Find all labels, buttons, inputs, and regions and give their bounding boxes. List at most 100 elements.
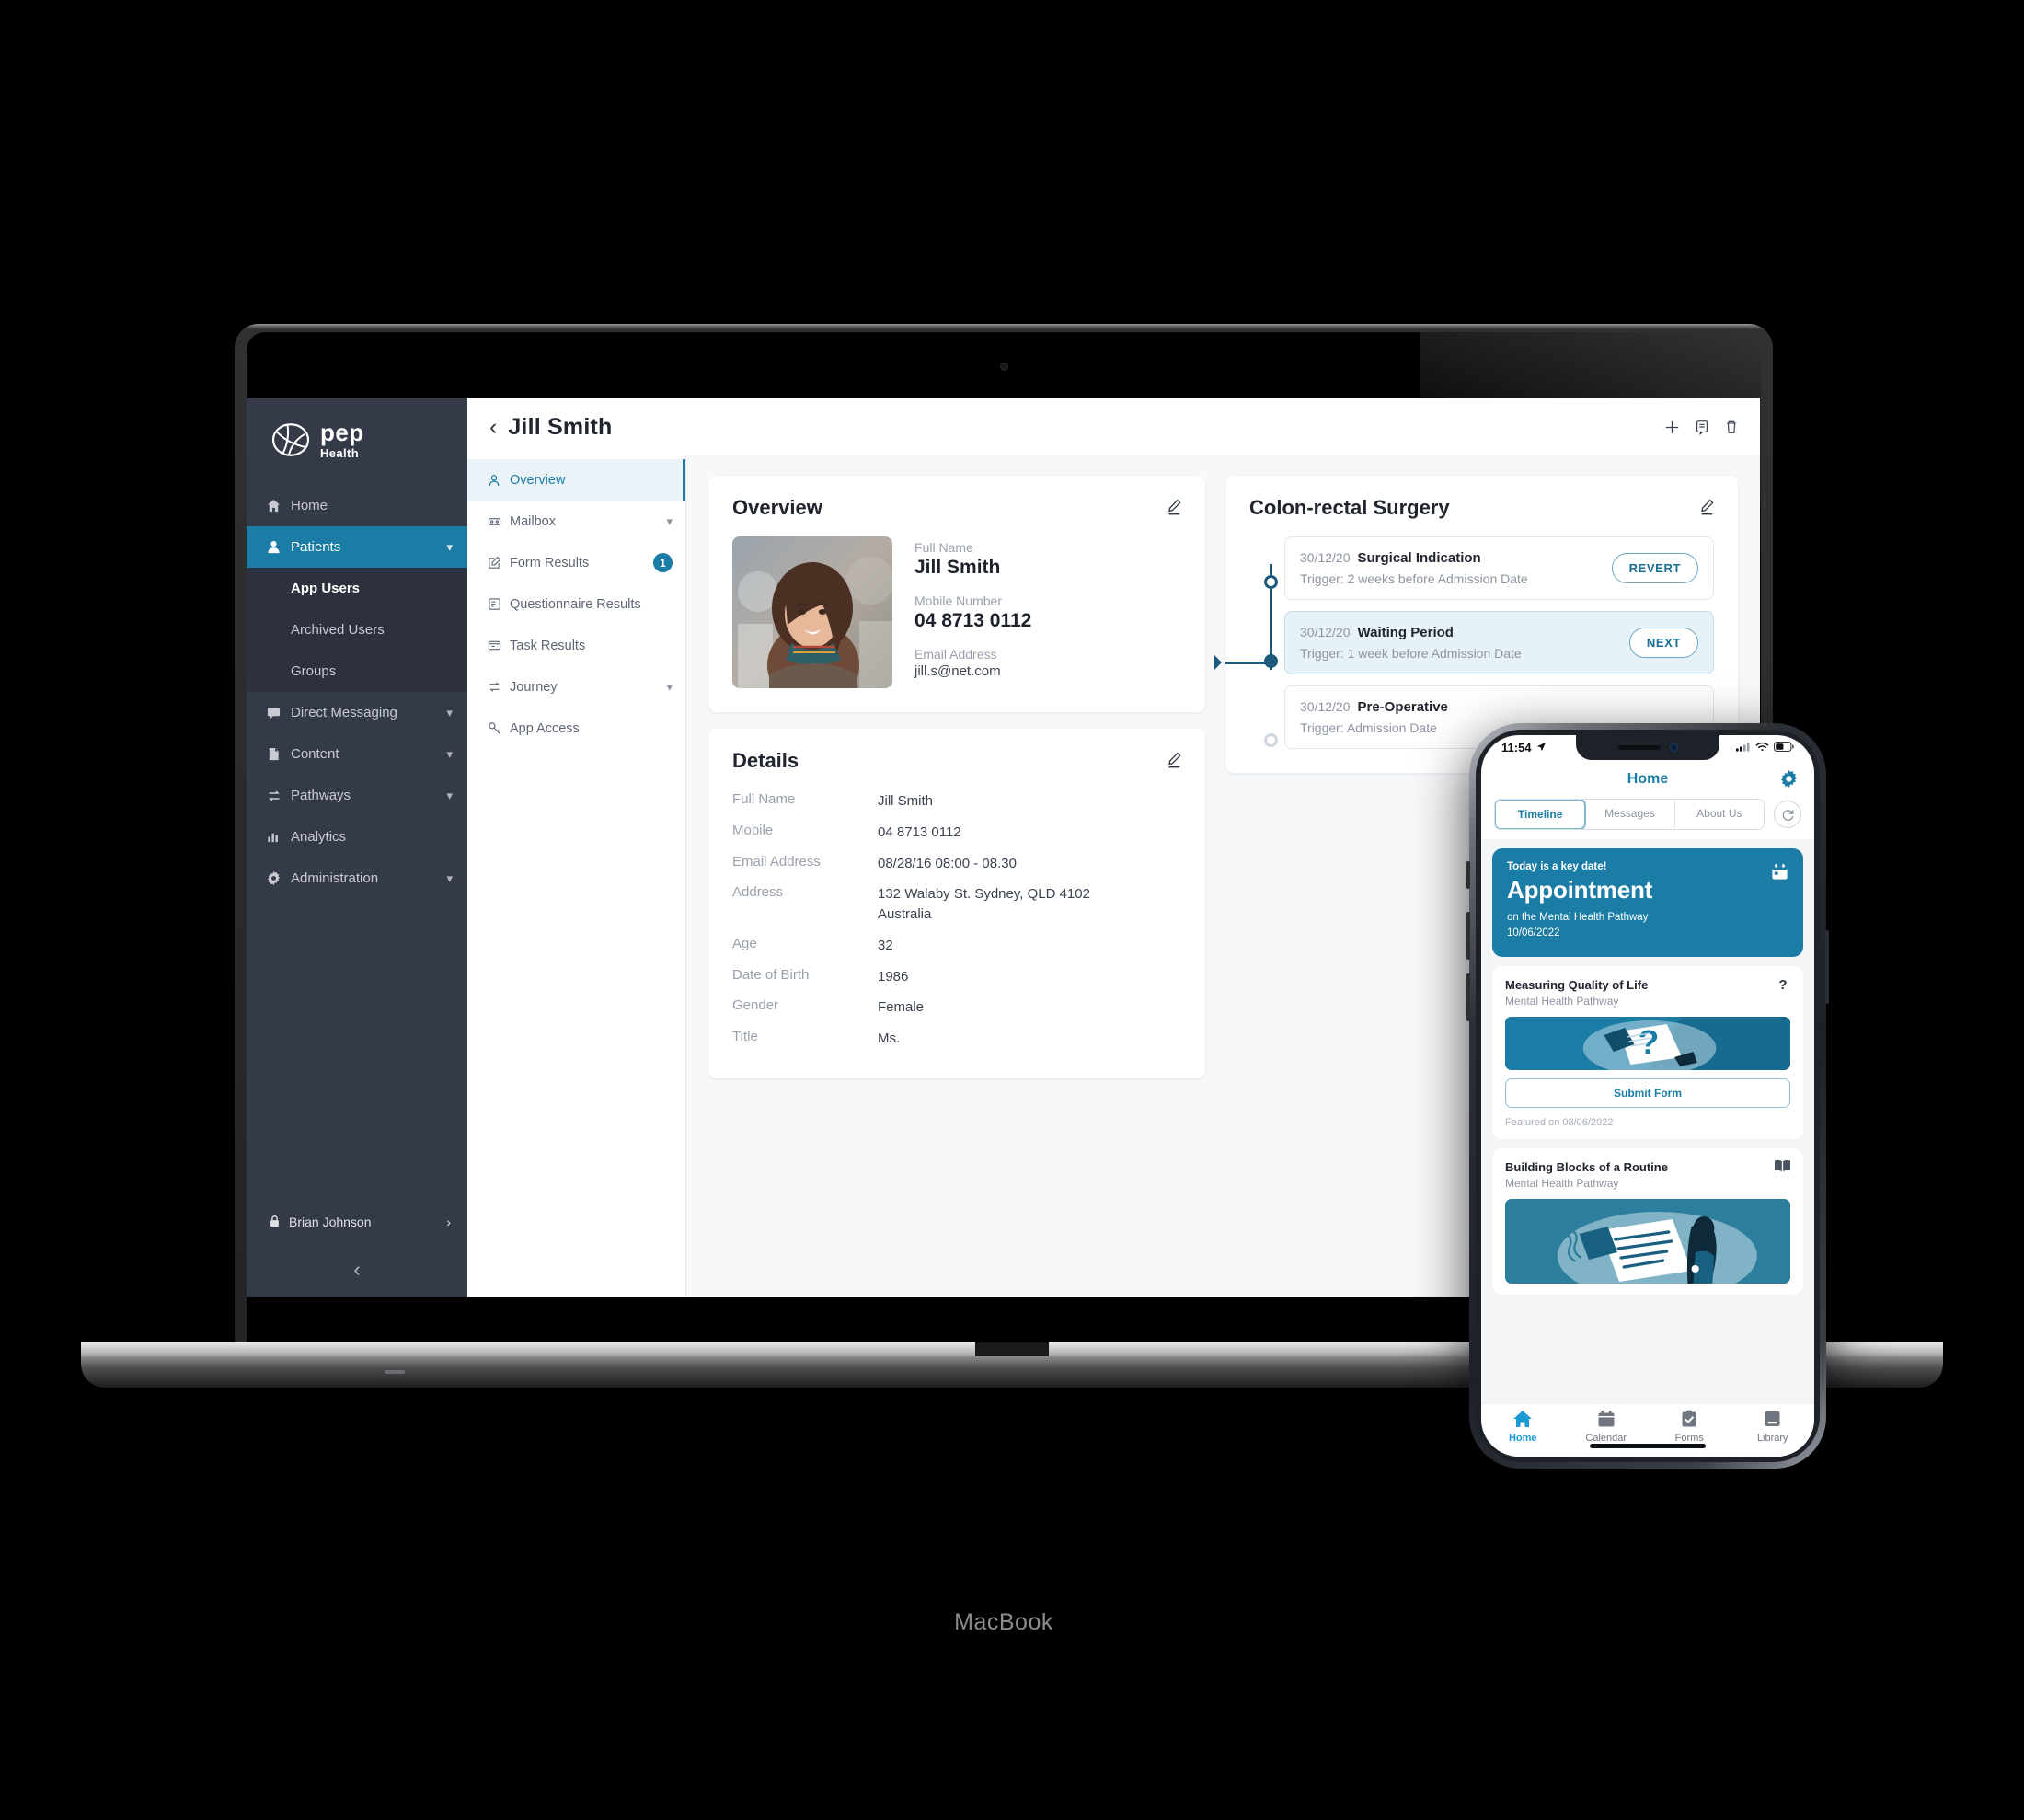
svg-text:?: ? <box>1778 977 1787 992</box>
sidebar-item-content[interactable]: Content ▾ <box>247 733 467 775</box>
brand-name: pep <box>320 419 364 446</box>
sidebar-item-analytics[interactable]: Analytics <box>247 816 467 858</box>
detail-value: Ms. <box>878 1031 901 1046</box>
subnav-item-label: Form Results <box>510 555 590 570</box>
tab-label: Forms <box>1674 1433 1704 1444</box>
phone-power-button[interactable] <box>1825 930 1829 1004</box>
gear-icon[interactable] <box>1780 770 1798 792</box>
sidebar-item-direct-messaging[interactable]: Direct Messaging ▾ <box>247 692 467 733</box>
sidebar-user-account[interactable]: Brian Johnson › <box>247 1202 467 1242</box>
sidebar-item-patients[interactable]: Patients ▾ <box>247 526 467 568</box>
details-card: Details Full Name Jill Smith Mobile 04 871… <box>708 729 1205 1078</box>
subnav-item-journey[interactable]: Journey ▾ <box>467 666 685 708</box>
sidebar-item-label: Administration <box>291 870 379 886</box>
tab-library[interactable]: Library <box>1731 1410 1815 1444</box>
sidebar-item-pathways[interactable]: Pathways ▾ <box>247 775 467 816</box>
tab-timeline[interactable]: Timeline <box>1495 800 1587 829</box>
edit-pencil-icon[interactable] <box>1165 498 1183 521</box>
tab-forms[interactable]: Forms <box>1648 1410 1731 1444</box>
brand-subtitle: Health <box>320 446 360 460</box>
delete-icon[interactable] <box>1723 419 1740 435</box>
field-value-full-name: Jill Smith <box>914 557 1001 578</box>
phone-volume-down-button[interactable] <box>1466 973 1470 1021</box>
main-sidebar: pep Health Home Patients ▾ App Users Arc… <box>247 398 467 1297</box>
phone-title: Home <box>1627 771 1669 787</box>
subnav-item-task-results[interactable]: Task Results <box>467 625 685 666</box>
refresh-icon[interactable] <box>1774 801 1801 828</box>
back-button[interactable]: ‹ <box>489 415 497 439</box>
tab-label: Library <box>1756 1433 1788 1444</box>
sidebar-nav: Home Patients ▾ App Users Archived Users… <box>247 485 467 899</box>
sidebar-item-home[interactable]: Home <box>247 485 467 526</box>
sidebar-subnav-patients: App Users Archived Users Groups <box>247 568 467 692</box>
phone-mute-button[interactable] <box>1466 861 1470 889</box>
sidebar-user-name: Brian Johnson <box>289 1215 372 1229</box>
chevron-down-icon: ▾ <box>666 679 673 694</box>
pathway-step[interactable]: 30/12/20 Waiting Period Trigger: 1 week b… <box>1284 611 1714 674</box>
details-list: Full Name Jill Smith Mobile 04 8713 0112 E… <box>732 786 1181 1054</box>
sidebar-subitem-label: Archived Users <box>291 622 385 638</box>
sidebar-item-administration[interactable]: Administration ▾ <box>247 858 467 899</box>
sidebar-item-label: Patients <box>291 539 341 555</box>
calendar-icon <box>1771 863 1788 885</box>
hero-title: Appointment <box>1507 876 1653 904</box>
revert-button[interactable]: REVERT <box>1611 553 1698 583</box>
lock-icon <box>269 1215 289 1230</box>
screenshot-stage: pep Health Home Patients ▾ App Users Arc… <box>0 0 2024 1820</box>
step-date: 30/12/20 <box>1300 625 1351 639</box>
tab-home[interactable]: Home <box>1481 1410 1565 1444</box>
card-title: Building Blocks of a Routine <box>1505 1160 1668 1175</box>
subnav-item-label: Mailbox <box>510 513 556 529</box>
task-icon <box>488 639 510 652</box>
card-title: Measuring Quality of Life <box>1505 978 1649 993</box>
subnav-item-form-results[interactable]: Form Results 1 <box>467 542 685 583</box>
home-icon <box>1481 1410 1565 1430</box>
tab-messages[interactable]: Messages <box>1585 800 1675 829</box>
sidebar-item-label: Pathways <box>291 788 351 803</box>
laptop-foot <box>385 1370 405 1374</box>
submit-form-button[interactable]: Submit Form <box>1505 1078 1790 1109</box>
detail-key: Age <box>732 935 757 951</box>
tab-calendar[interactable]: Calendar <box>1565 1410 1649 1444</box>
chevron-down-icon: ▾ <box>446 539 453 554</box>
list-item[interactable]: Building Blocks of a Routine Mental Heal… <box>1492 1148 1803 1296</box>
status-time: 11:54 <box>1501 741 1532 754</box>
patient-photo <box>732 536 892 688</box>
edit-pencil-icon[interactable] <box>1165 751 1183 774</box>
sidebar-subitem-archived-users[interactable]: Archived Users <box>247 609 467 651</box>
topbar-actions <box>1663 419 1740 436</box>
detail-key: Title <box>732 1029 758 1044</box>
overview-row: Full Name Jill Smith Mobile Number 04 87… <box>732 536 1181 688</box>
sidebar-item-label: Home <box>291 498 328 513</box>
key-date-card[interactable]: Today is a key date! Appointment on the … <box>1492 848 1803 958</box>
detail-key: Full Name <box>732 791 796 807</box>
detail-value: 08/28/16 08:00 - 08.30 <box>878 855 1017 871</box>
step-trigger: Trigger: 2 weeks before Admission Date <box>1300 571 1528 586</box>
add-icon[interactable] <box>1663 419 1681 436</box>
edit-pencil-icon[interactable] <box>1697 498 1716 521</box>
next-button[interactable]: NEXT <box>1628 628 1698 658</box>
sidebar-subitem-groups[interactable]: Groups <box>247 651 467 692</box>
patient-subnav: Overview Mailbox ▾ Form Results 1 Questi… <box>467 455 686 1297</box>
table-row: Mobile 04 8713 0112 <box>732 817 1181 848</box>
chevron-down-icon: ▾ <box>666 513 673 528</box>
detail-key: Date of Birth <box>732 966 810 983</box>
cellular-icon <box>1736 741 1751 754</box>
subnav-item-mailbox[interactable]: Mailbox ▾ <box>467 501 685 542</box>
list-item[interactable]: Measuring Quality of Life Mental Health … <box>1492 966 1803 1140</box>
chevron-right-icon: › <box>446 1215 451 1229</box>
tab-label: Home <box>1508 1433 1537 1444</box>
table-row: Address 132 Walaby St. Sydney, QLD 4102 A… <box>732 879 1181 930</box>
note-icon[interactable] <box>1694 419 1710 435</box>
phone-volume-up-button[interactable] <box>1466 912 1470 960</box>
phone-header: Home <box>1481 760 1814 799</box>
sidebar-collapse-button[interactable]: ‹ <box>247 1242 467 1297</box>
subnav-item-app-access[interactable]: App Access <box>467 708 685 749</box>
sidebar-subitem-app-users[interactable]: App Users <box>247 568 467 609</box>
webcam-icon <box>1000 363 1008 371</box>
tab-about-us[interactable]: About Us <box>1675 800 1764 829</box>
pathway-step[interactable]: 30/12/20 Surgical Indication Trigger: 2 w… <box>1284 536 1714 600</box>
subnav-item-overview[interactable]: Overview <box>467 459 685 501</box>
subnav-item-questionnaire-results[interactable]: Questionnaire Results <box>467 583 685 625</box>
